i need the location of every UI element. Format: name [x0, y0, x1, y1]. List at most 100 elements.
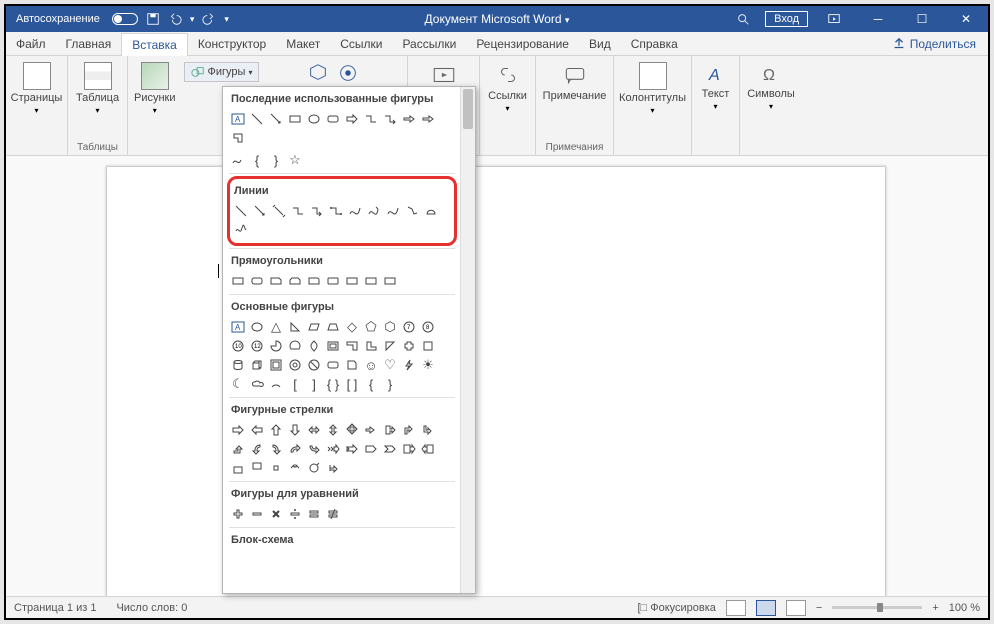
- tab-home[interactable]: Главная: [56, 32, 122, 55]
- shape-b-pent[interactable]: ⬠: [362, 318, 380, 336]
- text-button[interactable]: AТекст▾: [696, 58, 736, 115]
- zoom-in[interactable]: +: [932, 602, 938, 614]
- shape-corner[interactable]: [229, 129, 247, 147]
- shape-a-7[interactable]: [362, 421, 380, 439]
- shape-b-half[interactable]: [343, 337, 361, 355]
- shape-b-l[interactable]: [362, 337, 380, 355]
- shape-a-curve-l[interactable]: [248, 440, 266, 458]
- shape-r5[interactable]: [305, 272, 323, 290]
- shape-a-curve-u[interactable]: [286, 440, 304, 458]
- shape-a-chev[interactable]: [381, 440, 399, 458]
- shape-r2[interactable]: [248, 272, 266, 290]
- shape-a-9[interactable]: [400, 421, 418, 439]
- shape-a-28[interactable]: [324, 459, 342, 477]
- shape-r1[interactable]: [229, 272, 247, 290]
- shape-b-chord[interactable]: [286, 337, 304, 355]
- shape-b-brc-r[interactable]: }: [381, 375, 399, 393]
- shape-roundrect[interactable]: [324, 110, 342, 128]
- shape-a-curve-d[interactable]: [305, 440, 323, 458]
- shape-b-sun[interactable]: ☀: [419, 356, 437, 374]
- comment-button[interactable]: Примечание: [537, 58, 613, 106]
- shape-a-lr[interactable]: [305, 421, 323, 439]
- shape-connector[interactable]: [362, 110, 380, 128]
- search-icon[interactable]: [721, 6, 765, 32]
- view-web[interactable]: [786, 600, 806, 616]
- tab-design[interactable]: Конструктор: [188, 32, 276, 55]
- shape-b-hept[interactable]: 7: [400, 318, 418, 336]
- shape-b-brc-pair[interactable]: { }: [324, 375, 342, 393]
- tab-review[interactable]: Рецензирование: [466, 32, 579, 55]
- shape-eq-mult[interactable]: [267, 505, 285, 523]
- shape-b-donut[interactable]: [286, 356, 304, 374]
- shape-rect[interactable]: [286, 110, 304, 128]
- shape-b-oval[interactable]: [248, 318, 266, 336]
- shape-a-d[interactable]: [286, 421, 304, 439]
- shape-a-l[interactable]: [248, 421, 266, 439]
- shape-scribble2[interactable]: [232, 221, 250, 239]
- view-print[interactable]: [756, 600, 776, 616]
- shape-a-call-r[interactable]: [400, 440, 418, 458]
- shape-a-call-l[interactable]: [419, 440, 437, 458]
- shape-eq-eq[interactable]: [305, 505, 323, 523]
- shape-a-8[interactable]: [381, 421, 399, 439]
- shape-a-quad[interactable]: [343, 421, 361, 439]
- shape-b-dec[interactable]: 10: [229, 337, 247, 355]
- zoom-slider[interactable]: [832, 606, 922, 609]
- shape-eq-plus[interactable]: [229, 505, 247, 523]
- shape-a-call-d[interactable]: [248, 459, 266, 477]
- shape-curve[interactable]: [346, 202, 364, 220]
- close-button[interactable]: ✕: [944, 6, 988, 32]
- shape-line1[interactable]: [232, 202, 250, 220]
- shape-connector2[interactable]: [381, 110, 399, 128]
- zoom-level[interactable]: 100 %: [949, 602, 980, 614]
- maximize-button[interactable]: ☐: [900, 6, 944, 32]
- shape-b-dia[interactable]: ◇: [343, 318, 361, 336]
- shape-a-u[interactable]: [267, 421, 285, 439]
- shape-curve-arrow[interactable]: [365, 202, 383, 220]
- tab-layout[interactable]: Макет: [276, 32, 330, 55]
- share-button[interactable]: Поделиться: [880, 32, 988, 55]
- links-button[interactable]: Ссылки▾: [482, 58, 533, 117]
- shape-brace-r[interactable]: }: [267, 151, 285, 169]
- shape-arrow-r[interactable]: [343, 110, 361, 128]
- shape-b-bevel[interactable]: [267, 356, 285, 374]
- shape-b-tri[interactable]: △: [267, 318, 285, 336]
- shape-star[interactable]: ☆: [286, 151, 304, 169]
- shape-a-26[interactable]: [286, 459, 304, 477]
- focus-mode[interactable]: [□ Фокусировка: [637, 602, 715, 614]
- symbols-button[interactable]: ΩСимволы▾: [741, 58, 801, 115]
- shape-b-para[interactable]: [305, 318, 323, 336]
- autosave-toggle[interactable]: [112, 13, 138, 25]
- shape-a-notch[interactable]: [343, 440, 361, 458]
- shape-b-brk-l[interactable]: [: [286, 375, 304, 393]
- login-button[interactable]: Вход: [765, 11, 808, 27]
- shape-scribble[interactable]: [229, 151, 247, 169]
- shape-b-bolt[interactable]: [400, 356, 418, 374]
- shape-elbow[interactable]: [289, 202, 307, 220]
- shape-r6[interactable]: [324, 272, 342, 290]
- shape-line[interactable]: [248, 110, 266, 128]
- word-count[interactable]: Число слов: 0: [116, 602, 187, 614]
- shape-a-r[interactable]: [229, 421, 247, 439]
- table-button[interactable]: Таблица▾: [70, 58, 125, 119]
- page-indicator[interactable]: Страница 1 из 1: [14, 602, 96, 614]
- shape-arrow-block2[interactable]: [419, 110, 437, 128]
- shape-curve-double[interactable]: [384, 202, 402, 220]
- shape-b-no[interactable]: [305, 356, 323, 374]
- shape-a-25[interactable]: [267, 459, 285, 477]
- shape-b-tear[interactable]: [305, 337, 323, 355]
- shape-b-cloud[interactable]: [248, 375, 266, 393]
- shape-eq-neq[interactable]: [324, 505, 342, 523]
- shape-r9[interactable]: [381, 272, 399, 290]
- shape-b-block[interactable]: [324, 356, 342, 374]
- shape-b-hex[interactable]: ⬡: [381, 318, 399, 336]
- ribbon-display-icon[interactable]: [812, 6, 856, 32]
- shape-eq-minus[interactable]: [248, 505, 266, 523]
- shape-arrow-block[interactable]: [400, 110, 418, 128]
- tab-insert[interactable]: Вставка: [121, 33, 188, 56]
- tab-mailings[interactable]: Рассылки: [392, 32, 466, 55]
- view-read[interactable]: [726, 600, 746, 616]
- shape-a-strip[interactable]: [324, 440, 342, 458]
- shape-r7[interactable]: [343, 272, 361, 290]
- shape-b-trap[interactable]: [324, 318, 342, 336]
